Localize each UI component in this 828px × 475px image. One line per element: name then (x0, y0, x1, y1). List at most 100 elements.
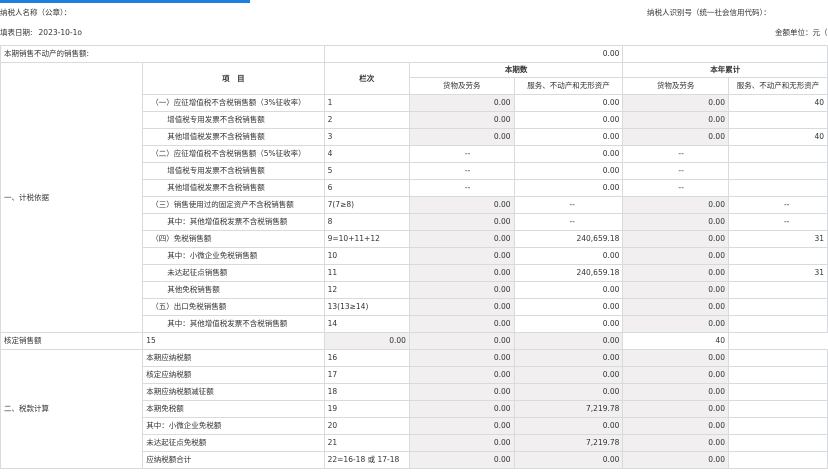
row-item-label: 其他免税销售额 (142, 281, 325, 299)
top-accent-blue (0, 0, 250, 3)
cell-goods-ytd: -- (622, 162, 729, 180)
row-item-label: 增值税专用发票不含税销售额 (142, 111, 325, 129)
row-line-number: 3 (323, 128, 410, 146)
cell-goods-ytd: 0.00 (622, 451, 729, 469)
cell-goods-ytd: 0.00 (622, 417, 729, 435)
row-line-number: 1 (323, 94, 410, 112)
col-header-item: 项 目 (142, 62, 325, 95)
cell-goods-ytd: 0.00 (622, 281, 729, 299)
cell-services-current[interactable]: 0.00 (513, 94, 624, 112)
cell-services-current[interactable]: 0.00 (513, 162, 624, 180)
cell-services-current[interactable]: 0.00 (513, 179, 624, 197)
row-item-label: （三）销售使用过的固定资产不含税销售额 (142, 196, 325, 214)
cell-goods-current: 0.00 (408, 128, 515, 146)
fill-date: 填表日期: 2023-10-1o (0, 27, 82, 38)
cell-services-ytd[interactable] (727, 434, 828, 452)
cell-goods-current: 0.00 (408, 383, 515, 401)
cell-goods-ytd: 0.00 (622, 298, 729, 316)
cell-services-current[interactable]: 0.00 (513, 111, 624, 129)
cell-services-ytd[interactable] (727, 162, 828, 180)
table-row: 核定销售额 15 0.00 0.00 0.00 40 (0, 332, 828, 350)
row-item-label: 未达起征点销售额 (142, 264, 325, 282)
cell-services-current[interactable]: 0.00 (513, 298, 624, 316)
cell-services-current[interactable]: 0.00 (513, 128, 624, 146)
row-item-label: 其他增值税发票不含税销售额 (142, 179, 325, 197)
cell-services-ytd[interactable]: 31 (727, 230, 828, 248)
cell-services-current: 0.00 (513, 366, 624, 384)
cell-services-current: -- (513, 213, 624, 231)
cell-goods-current: 0.00 (408, 281, 515, 299)
cell-goods-current: 0.00 (408, 247, 515, 265)
cell-services-ytd[interactable]: 31 (727, 264, 828, 282)
top-row-realestate: 本期销售不动产的销售额: 0.00 (0, 45, 828, 63)
cell-services-ytd[interactable] (727, 349, 828, 367)
row-item-label: （四）免税销售额 (142, 230, 325, 248)
cell-services-ytd[interactable]: 40 (727, 94, 828, 112)
table-row: 二、税款计算 本期应纳税额 16 0.00 0.00 0.00 (0, 349, 828, 469)
cell-goods-ytd: 0.00 (622, 128, 729, 146)
col-sub-services-ytd: 服务、不动产和无形资产 (727, 77, 828, 95)
cell-goods-current: 0.00 (408, 366, 515, 384)
cell-services-ytd[interactable] (727, 417, 828, 435)
row-item-label: 增值税专用发票不含税销售额 (142, 162, 325, 180)
col-group-current: 本期数 (408, 62, 624, 78)
cell-goods-ytd: 0.00 (513, 332, 624, 350)
row-line-number: 13(13≥14) (323, 298, 410, 316)
cell-services-current[interactable]: 240,659.18 (513, 230, 624, 248)
cell-services-ytd[interactable] (727, 179, 828, 197)
row-line-number: 11 (323, 264, 410, 282)
cell-services-current: 0.00 (513, 451, 624, 469)
cell-services-current[interactable]: 0.00 (513, 315, 624, 333)
cell-goods-current: 0.00 (408, 315, 515, 333)
row-item-label: 应纳税额合计 (142, 451, 325, 469)
cell-services-ytd[interactable]: 40 (727, 128, 828, 146)
col-sub-goods-current: 货物及劳务 (408, 77, 515, 95)
row-item-label: （二）应征增值税不含税销售额（5%征收率） (142, 145, 325, 163)
cell-services-current[interactable]: 240,659.18 (513, 264, 624, 282)
row-line-number: 6 (323, 179, 410, 197)
row-item-label: （一）应征增值税不含税销售额（3%征收率） (142, 94, 325, 112)
cell-goods-current: 0.00 (408, 400, 515, 418)
row-line-number: 9=10+11+12 (323, 230, 410, 248)
cell-goods-current: 0.00 (408, 213, 515, 231)
row-item-label: 本期应纳税额减征额 (142, 383, 325, 401)
row-item-label: 其中：其他增值税发票不含税销售额 (142, 213, 325, 231)
cell-services-current: 0.00 (513, 383, 624, 401)
cell-goods-ytd: 0.00 (622, 213, 729, 231)
cell-goods-current: -- (408, 179, 515, 197)
cell-services-ytd[interactable] (727, 111, 828, 129)
cell-services-ytd[interactable] (727, 145, 828, 163)
cell-services-ytd[interactable] (727, 366, 828, 384)
cell-services-ytd[interactable] (727, 315, 828, 333)
top-row-value[interactable]: 0.00 (323, 45, 624, 63)
cell-goods-ytd: 0.00 (622, 383, 729, 401)
cell-services-current[interactable]: 0.00 (513, 145, 624, 163)
cell-services-ytd[interactable] (727, 383, 828, 401)
cell-goods-ytd: -- (622, 179, 729, 197)
cell-goods-current: 0.00 (408, 451, 515, 469)
cell-goods-ytd: 0.00 (622, 196, 729, 214)
section-tax-calculation: 二、税款计算 (0, 349, 144, 469)
cell-goods-ytd: 0.00 (622, 349, 729, 367)
cell-services-ytd[interactable] (727, 281, 828, 299)
cell-services-ytd[interactable]: 40 (622, 332, 729, 350)
cell-goods-ytd: -- (622, 145, 729, 163)
row-line-number: 5 (323, 162, 410, 180)
cell-goods-current: -- (408, 145, 515, 163)
cell-services-current[interactable]: 0.00 (513, 247, 624, 265)
row-line-number: 10 (323, 247, 410, 265)
taxpayer-name-label: 纳税人名称（公章）： (0, 8, 72, 17)
cell-services-ytd[interactable] (727, 247, 828, 265)
row-item-label: 本期应纳税额 (142, 349, 325, 367)
col-sub-services-current: 服务、不动产和无形资产 (513, 77, 624, 95)
row-line-number: 15 (142, 332, 325, 350)
cell-services-ytd[interactable] (727, 298, 828, 316)
fill-date-value: 2023-10-1o (38, 28, 82, 37)
cell-goods-current: 0.00 (408, 230, 515, 248)
cell-goods-current: 0.00 (408, 417, 515, 435)
cell-services-ytd[interactable] (727, 451, 828, 469)
row-line-number: 17 (323, 366, 410, 384)
row-line-number: 14 (323, 315, 410, 333)
cell-services-current[interactable]: 0.00 (513, 281, 624, 299)
cell-services-ytd[interactable] (727, 400, 828, 418)
